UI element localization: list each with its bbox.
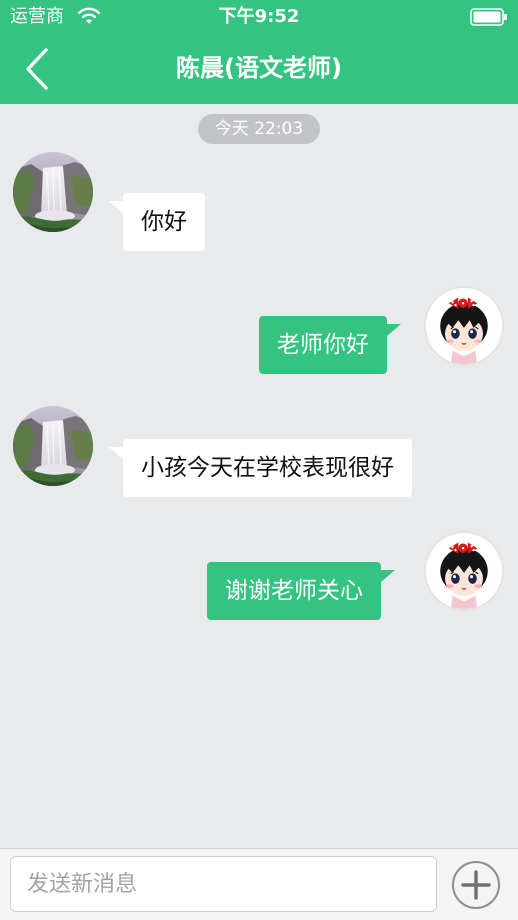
page-title: 陈晨(语文老师) bbox=[176, 54, 342, 82]
user-avatar[interactable] bbox=[424, 286, 504, 366]
status-time: 下午9:52 bbox=[218, 6, 300, 27]
timestamp-badge: 今天 22:03 bbox=[198, 114, 320, 144]
status-bar: 运营商 下午9:52 bbox=[0, 0, 518, 34]
user-avatar[interactable] bbox=[424, 531, 504, 611]
plus-icon bbox=[461, 870, 491, 900]
waterfall-photo bbox=[13, 152, 93, 232]
message-composer bbox=[0, 848, 518, 920]
teacher-avatar[interactable] bbox=[13, 406, 93, 486]
message-input[interactable] bbox=[10, 856, 437, 912]
battery-icon bbox=[470, 8, 507, 26]
outgoing-message-bubble[interactable]: 老师你好 bbox=[259, 316, 401, 374]
navigation-bar: 陈晨(语文老师) bbox=[0, 34, 518, 104]
cartoon-girl bbox=[426, 288, 502, 364]
cartoon-girl bbox=[426, 533, 502, 609]
add-attachment-button[interactable] bbox=[452, 861, 500, 909]
incoming-message-bubble[interactable]: 小孩今天在学校表现很好 bbox=[109, 439, 412, 497]
incoming-message-bubble[interactable]: 你好 bbox=[109, 193, 205, 251]
waterfall-photo bbox=[13, 406, 93, 486]
top-bar: 运营商 下午9:52 陈晨(语文老师) bbox=[0, 0, 518, 104]
chat-history[interactable]: 今天 22:03 你好 老师你好 小孩今天在学校表现很好 谢谢老师关心 bbox=[0, 104, 518, 848]
outgoing-message-bubble[interactable]: 谢谢老师关心 bbox=[207, 562, 395, 620]
teacher-avatar[interactable] bbox=[13, 152, 93, 232]
